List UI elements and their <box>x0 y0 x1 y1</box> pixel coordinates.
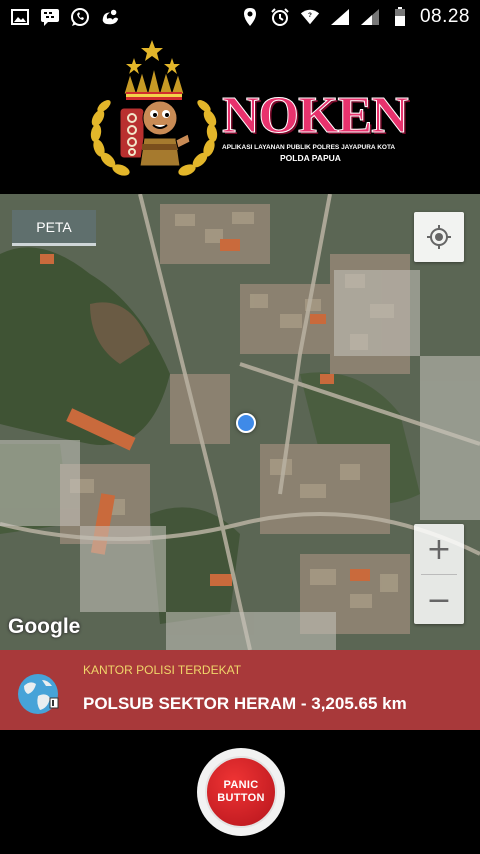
wifi-icon: ? <box>300 7 320 27</box>
app-header: NOKEN APLIKASI LAYANAN PUBLIK POLRES JAY… <box>0 34 480 194</box>
panic-button-face: PANIC BUTTON <box>205 756 277 828</box>
crosshair-icon <box>427 225 451 249</box>
panic-label-line1: PANIC <box>223 779 259 791</box>
nearest-police-bar[interactable]: KANTOR POLISI TERDEKAT POLSUB SEKTOR HER… <box>0 650 480 730</box>
bbm-icon <box>40 7 60 27</box>
current-location-marker <box>236 413 256 433</box>
whatsapp-icon <box>70 7 90 27</box>
panic-area: PANIC BUTTON <box>0 730 480 854</box>
status-time: 08.28 <box>419 6 470 27</box>
uc-browser-icon <box>100 7 120 27</box>
image-icon <box>10 7 30 27</box>
police-emblem-logo <box>90 40 218 176</box>
zoom-in-button[interactable]: + <box>414 524 464 574</box>
svg-text:?: ? <box>308 12 312 19</box>
tab-peta[interactable]: PETA <box>12 210 96 246</box>
my-location-button[interactable] <box>414 212 464 262</box>
zoom-controls: + − <box>414 524 464 624</box>
brand-subtitle-region: POLDA PAPUA <box>280 153 341 163</box>
map-view[interactable]: PETA + − Google <box>0 194 480 650</box>
brand-block: NOKEN APLIKASI LAYANAN PUBLIK POLRES JAY… <box>222 87 410 163</box>
zoom-out-button[interactable]: − <box>414 575 464 625</box>
alarm-icon <box>270 7 290 27</box>
google-logo: Google <box>8 615 81 638</box>
panic-button[interactable]: PANIC BUTTON <box>197 748 285 836</box>
signal-icon <box>330 7 350 27</box>
nearest-police-value: POLSUB SEKTOR HERAM - 3,205.65 km <box>83 694 407 713</box>
status-bar: ? 08.28 <box>0 0 480 34</box>
globe-icon <box>18 674 59 714</box>
panic-label-line2: BUTTON <box>217 792 265 804</box>
location-icon <box>240 7 260 27</box>
nearest-police-label: KANTOR POLISI TERDEKAT <box>83 663 242 677</box>
signal-icon-2 <box>360 7 380 27</box>
brand-subtitle: APLIKASI LAYANAN PUBLIK POLRES JAYAPURA … <box>222 144 396 151</box>
battery-icon <box>390 7 410 27</box>
brand-title: NOKEN <box>222 87 410 144</box>
